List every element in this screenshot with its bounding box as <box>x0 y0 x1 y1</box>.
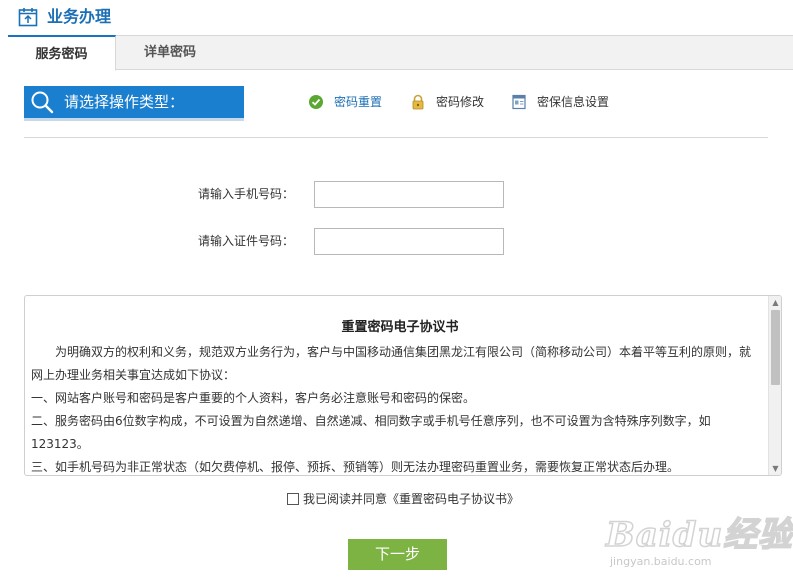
scroll-thumb[interactable] <box>771 310 780 385</box>
baidu-jingyan-watermark: Baidu经验 jingyan.baidu.com <box>600 505 793 575</box>
agreement-line: 三、如手机号码为非正常状态（如欠费停机、报停、预拆、预销等）则无法办理密码重置业… <box>31 460 680 474</box>
agreement-content: 重置密码电子协议书 为明确双方的权利和义务，规范双方业务行为，客户与中国移动通信… <box>31 296 769 475</box>
consent-label[interactable]: 我已阅读并同意《重置密码电子协议书》 <box>303 491 519 507</box>
page-title: 业务办理 <box>47 7 112 26</box>
lock-icon <box>412 94 424 110</box>
phone-label: 请输入手机号码： <box>197 187 294 201</box>
operation-type-banner: 请选择操作类型： <box>24 86 244 118</box>
agreement-scrollbar[interactable]: ▲ ▼ <box>768 296 781 475</box>
agreement-line: 网上办理业务相关事宜达成如下协议： <box>31 368 236 382</box>
id-card-icon <box>512 94 526 110</box>
id-number-input[interactable] <box>314 228 504 255</box>
next-step-button[interactable]: 下一步 <box>348 539 447 570</box>
option-security-info[interactable]: 密保信息设置 <box>511 93 621 111</box>
check-circle-icon <box>309 95 323 109</box>
tab-bar: 服务密码 详单密码 <box>8 35 793 71</box>
agreement-line: 123123。 <box>31 437 89 451</box>
tab-detail-password[interactable]: 详单密码 <box>126 35 214 70</box>
search-icon <box>31 91 54 114</box>
agreement-box[interactable]: 重置密码电子协议书 为明确双方的权利和义务，规范双方业务行为，客户与中国移动通信… <box>24 295 782 476</box>
option-password-change[interactable]: 密码修改 <box>410 93 490 111</box>
section-divider <box>24 137 768 138</box>
phone-input[interactable] <box>314 181 504 208</box>
page-header: 业务办理 <box>0 0 793 36</box>
agreement-line: 二、服务密码由6位数字构成，不可设置为自然递增、自然递减、相同数字或手机号任意序… <box>31 414 711 428</box>
watermark-brand: Baidu经验 <box>605 514 793 556</box>
option-label: 密码修改 <box>436 95 485 109</box>
consent-checkbox[interactable] <box>287 493 299 505</box>
operation-type-prompt: 请选择操作类型： <box>64 93 185 111</box>
calendar-upload-icon <box>18 8 38 27</box>
agreement-line: 一、网站客户账号和密码是客户重要的个人资料，客户务必注意账号和密码的保密。 <box>31 391 476 405</box>
tab-service-password[interactable]: 服务密码 <box>8 35 116 71</box>
option-password-reset[interactable]: 密码重置 <box>308 93 388 111</box>
scroll-up-arrow-icon[interactable]: ▲ <box>769 296 781 309</box>
agreement-title: 重置密码电子协议书 <box>341 320 459 335</box>
option-label: 密保信息设置 <box>537 95 610 109</box>
id-number-label: 请输入证件号码： <box>197 234 294 248</box>
watermark-url: jingyan.baidu.com <box>610 555 712 568</box>
option-label: 密码重置 <box>334 95 383 109</box>
agreement-line: 为明确双方的权利和义务，规范双方业务行为，客户与中国移动通信集团黑龙江有限公司（… <box>31 345 752 359</box>
scroll-down-arrow-icon[interactable]: ▼ <box>769 462 781 475</box>
